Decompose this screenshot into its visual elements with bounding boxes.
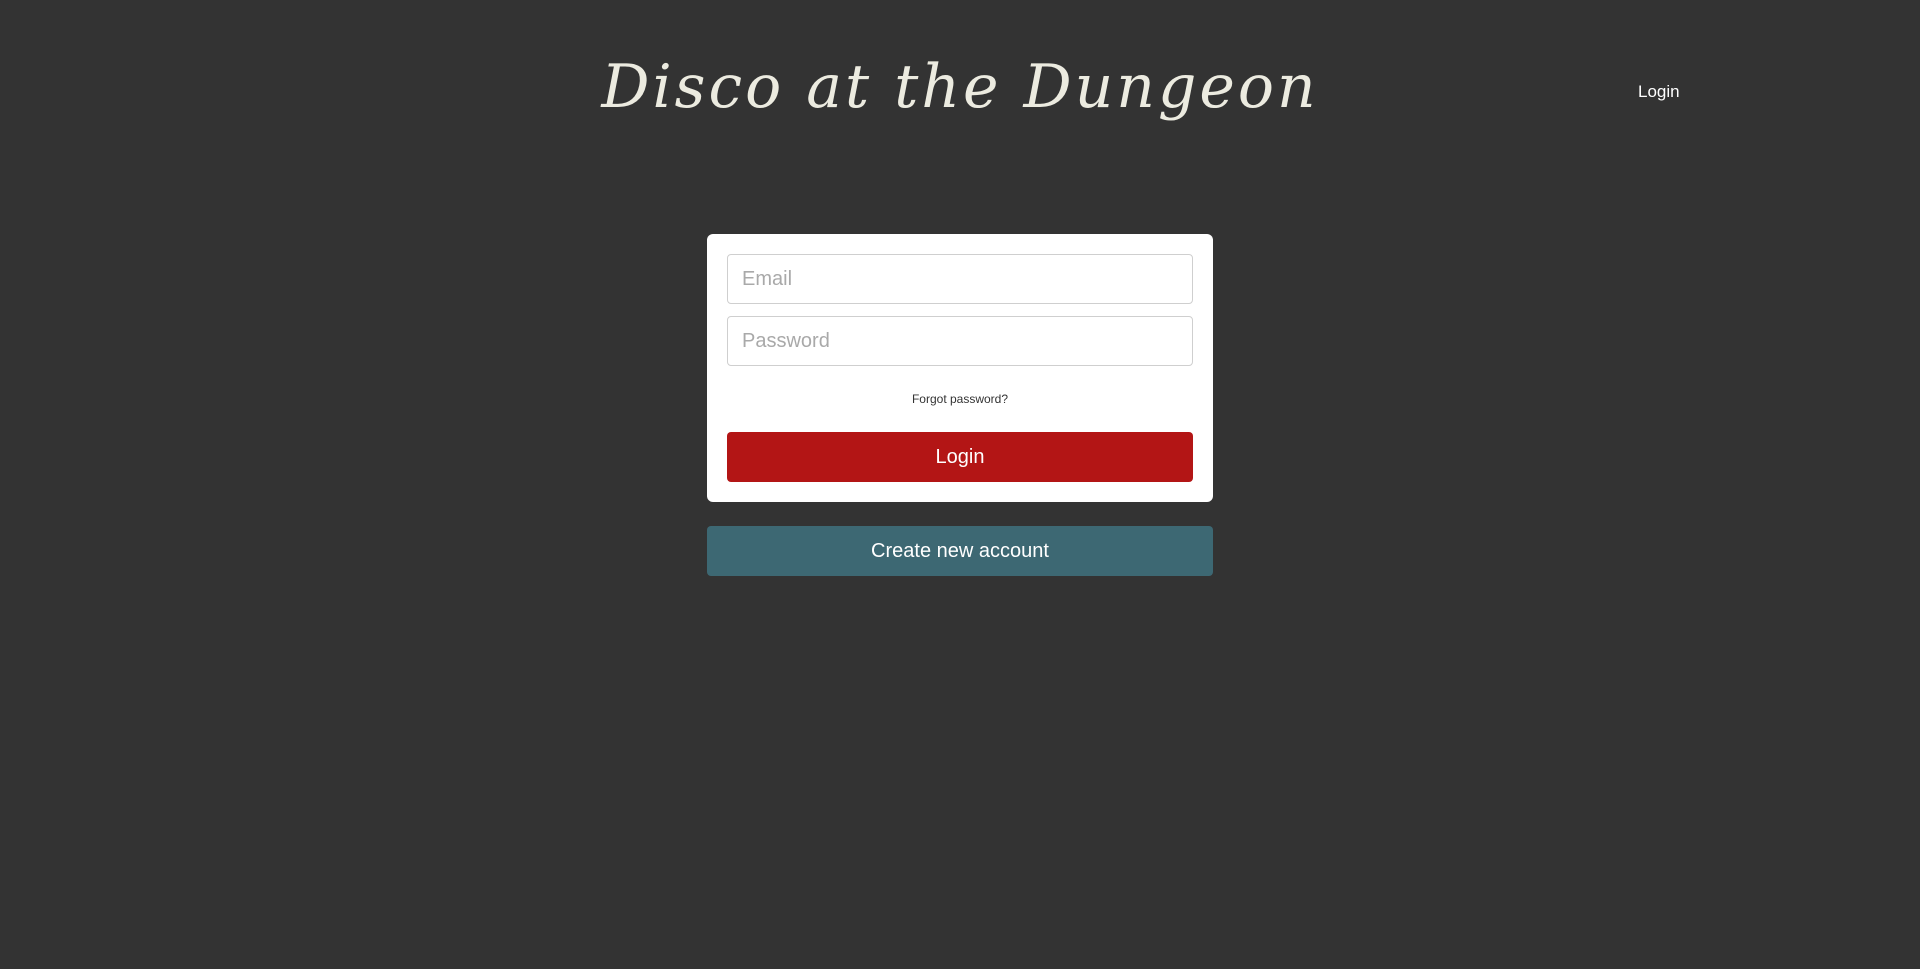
forgot-password-link[interactable]: Forgot password? bbox=[727, 392, 1193, 406]
email-field[interactable] bbox=[727, 254, 1193, 304]
password-field[interactable] bbox=[727, 316, 1193, 366]
nav-login-link[interactable]: Login bbox=[1638, 82, 1680, 102]
login-button[interactable]: Login bbox=[727, 432, 1193, 482]
login-form: Forgot password? Login bbox=[707, 234, 1213, 502]
site-title: Disco at the Dungeon bbox=[601, 52, 1319, 122]
create-account-button[interactable]: Create new account bbox=[707, 526, 1213, 576]
site-header: Disco at the Dungeon Login bbox=[0, 0, 1920, 180]
